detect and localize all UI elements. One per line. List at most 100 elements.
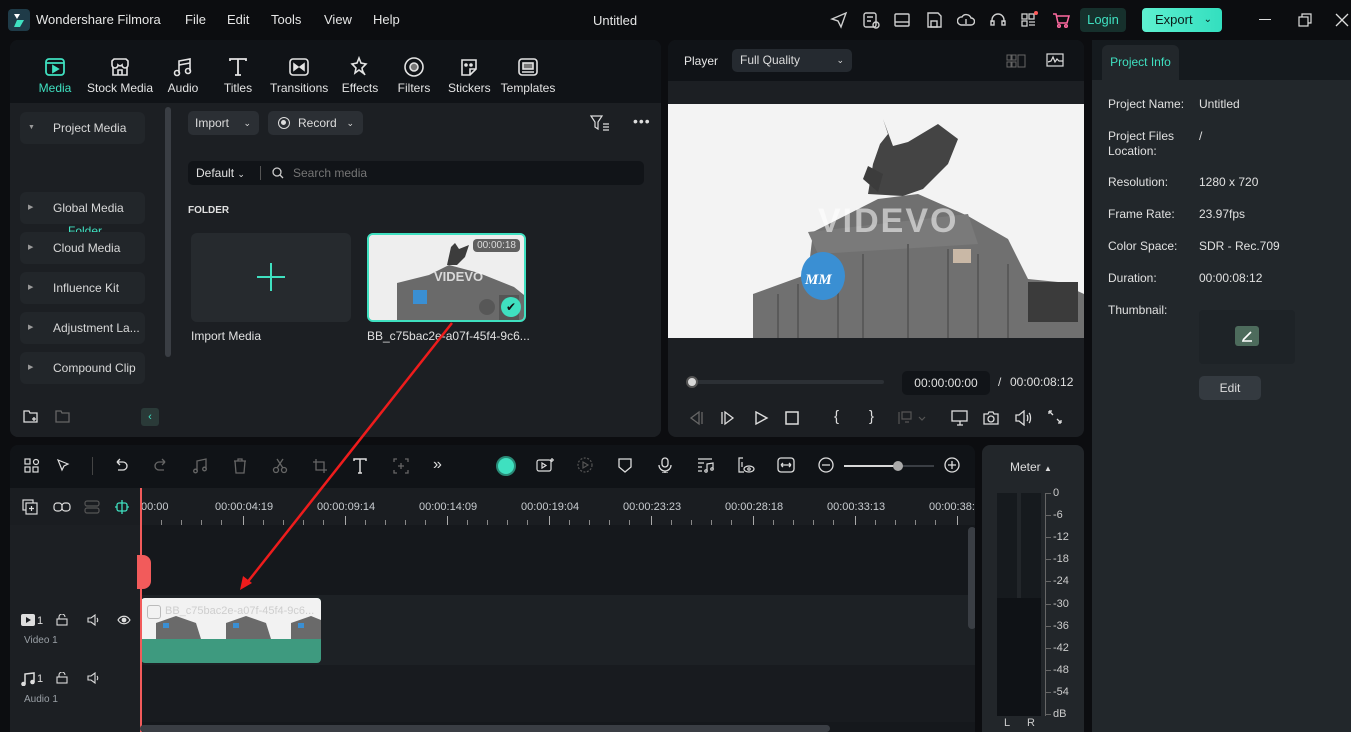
- audio-list-icon[interactable]: [697, 457, 715, 473]
- search-input[interactable]: [293, 164, 623, 182]
- playback-progress-handle[interactable]: [686, 376, 698, 388]
- login-button[interactable]: Login: [1080, 8, 1126, 32]
- playhead[interactable]: [140, 488, 142, 732]
- stop-icon[interactable]: [785, 411, 799, 425]
- shield-mask-icon[interactable]: [617, 457, 633, 473]
- menu-view[interactable]: View: [324, 12, 352, 27]
- text-tool-icon[interactable]: [353, 458, 371, 474]
- add-track-icon[interactable]: [22, 499, 38, 515]
- tab-transitions[interactable]: Transitions: [270, 56, 328, 95]
- crop-icon[interactable]: [312, 458, 328, 474]
- mark-out-icon[interactable]: }: [869, 408, 874, 425]
- ai-video-icon[interactable]: [536, 457, 554, 473]
- record-button[interactable]: Record ⌄: [268, 111, 363, 135]
- task-list-icon[interactable]: [862, 11, 880, 29]
- tab-stock-media[interactable]: Stock Media: [86, 56, 154, 95]
- tab-stickers[interactable]: Stickers: [448, 56, 491, 95]
- support-headset-icon[interactable]: [989, 11, 1007, 29]
- sidebar-item-influence-kit[interactable]: ▶ Influence Kit: [20, 272, 145, 304]
- playback-progress-track[interactable]: [690, 380, 884, 384]
- display-monitor-icon[interactable]: [951, 410, 969, 426]
- meter-toggle[interactable]: Meter ▲: [1010, 460, 1052, 474]
- link-clips-icon[interactable]: [53, 499, 71, 515]
- import-button[interactable]: Import ⌄: [188, 111, 259, 135]
- maximize-button[interactable]: [1298, 13, 1312, 27]
- tab-audio[interactable]: Audio: [165, 56, 201, 95]
- menu-edit[interactable]: Edit: [227, 12, 249, 27]
- fit-timeline-icon[interactable]: [777, 457, 795, 473]
- play-icon[interactable]: [753, 410, 769, 426]
- ai-copilot-icon[interactable]: [496, 456, 516, 476]
- split-scissors-icon[interactable]: [272, 458, 288, 474]
- quality-dropdown[interactable]: Full Quality ⌄: [732, 49, 852, 72]
- sidebar-item-project-media[interactable]: ▼ Project Media: [20, 112, 145, 144]
- delete-icon[interactable]: [232, 458, 248, 474]
- new-folder-icon[interactable]: [23, 409, 39, 423]
- insert-clip-icon[interactable]: [897, 410, 927, 426]
- sidebar-item-compound-clip[interactable]: ▶ Compound Clip: [20, 352, 145, 384]
- export-button[interactable]: Export ⌄: [1142, 8, 1222, 32]
- previous-frame-icon[interactable]: [688, 410, 704, 426]
- sidebar-scrollbar[interactable]: [165, 107, 171, 357]
- menu-tools[interactable]: Tools: [271, 12, 301, 27]
- zoom-in-icon[interactable]: [944, 457, 960, 473]
- unlink-clips-icon[interactable]: [84, 499, 100, 515]
- apps-grid-icon[interactable]: [1020, 11, 1038, 29]
- tab-media[interactable]: Media: [36, 56, 74, 95]
- close-button[interactable]: [1335, 13, 1349, 27]
- menu-file[interactable]: File: [185, 12, 206, 27]
- lock-icon[interactable]: [56, 672, 68, 684]
- audio-edit-icon[interactable]: [192, 458, 208, 474]
- mute-speaker-icon[interactable]: [87, 614, 101, 626]
- tab-filters[interactable]: Filters: [396, 56, 432, 95]
- delete-folder-icon[interactable]: [55, 409, 71, 423]
- layout-grid-icon[interactable]: [24, 458, 40, 474]
- redo-icon[interactable]: [153, 458, 169, 474]
- layout-icon[interactable]: [893, 11, 911, 29]
- tab-effects[interactable]: Effects: [340, 56, 380, 95]
- more-options-icon[interactable]: •••: [633, 113, 651, 129]
- edit-thumbnail-button[interactable]: Edit: [1199, 376, 1261, 400]
- next-frame-icon[interactable]: [720, 410, 736, 426]
- undo-icon[interactable]: [113, 458, 129, 474]
- sidebar-item-global-media[interactable]: ▶ Global Media: [20, 192, 145, 224]
- snapshot-camera-icon[interactable]: [983, 410, 999, 426]
- select-cursor-icon[interactable]: [56, 458, 72, 474]
- mark-in-icon[interactable]: {: [834, 408, 839, 425]
- sort-dropdown[interactable]: Default ⌄: [196, 166, 245, 180]
- preview-render-icon[interactable]: [737, 457, 755, 473]
- media-clip-thumbnail[interactable]: VIDEVO 00:00:18 ✔: [367, 233, 526, 322]
- timeline-horizontal-scrollbar[interactable]: [140, 725, 830, 732]
- lock-icon[interactable]: [56, 614, 68, 626]
- microphone-icon[interactable]: [657, 457, 673, 473]
- preview-clip-icon[interactable]: [479, 299, 495, 315]
- import-media-tile[interactable]: [191, 233, 351, 322]
- more-tools-icon[interactable]: »: [433, 456, 442, 474]
- save-icon[interactable]: [925, 11, 943, 29]
- zoom-out-icon[interactable]: [818, 457, 834, 473]
- current-time-field[interactable]: 00:00:00:00: [902, 371, 990, 395]
- cart-icon[interactable]: [1052, 11, 1070, 29]
- auto-reframe-icon[interactable]: [577, 457, 593, 473]
- zoom-slider-handle[interactable]: [893, 461, 903, 471]
- timeline-ruler[interactable]: 00:00 00:00:04:19 00:00:09:14 00:00:14:09 00…: [10, 488, 975, 525]
- visibility-eye-icon[interactable]: [117, 615, 131, 625]
- minimize-button[interactable]: [1259, 19, 1271, 20]
- magnetic-snap-icon[interactable]: [114, 499, 130, 515]
- tab-templates[interactable]: Templates: [500, 56, 556, 95]
- audio-track-lane[interactable]: [140, 665, 975, 722]
- filter-sort-icon[interactable]: [590, 115, 610, 131]
- cloud-upload-icon[interactable]: [957, 11, 975, 29]
- menu-help[interactable]: Help: [373, 12, 400, 27]
- send-feedback-icon[interactable]: [830, 11, 848, 29]
- sidebar-item-adjustment-layer[interactable]: ▶ Adjustment La...: [20, 312, 145, 344]
- playhead-handle[interactable]: [137, 555, 151, 589]
- sidebar-item-cloud-media[interactable]: ▶ Cloud Media: [20, 232, 145, 264]
- tab-project-info[interactable]: Project Info: [1102, 45, 1179, 80]
- thumbnail-preview[interactable]: [1199, 310, 1295, 364]
- timeline-vertical-scrollbar[interactable]: [968, 527, 975, 629]
- volume-icon[interactable]: [1014, 410, 1032, 426]
- mute-speaker-icon[interactable]: [87, 672, 101, 684]
- fullscreen-icon[interactable]: [1048, 410, 1062, 424]
- timeline-video-clip[interactable]: BB_c75bac2e-a07f-45f4-9c6...: [141, 598, 321, 663]
